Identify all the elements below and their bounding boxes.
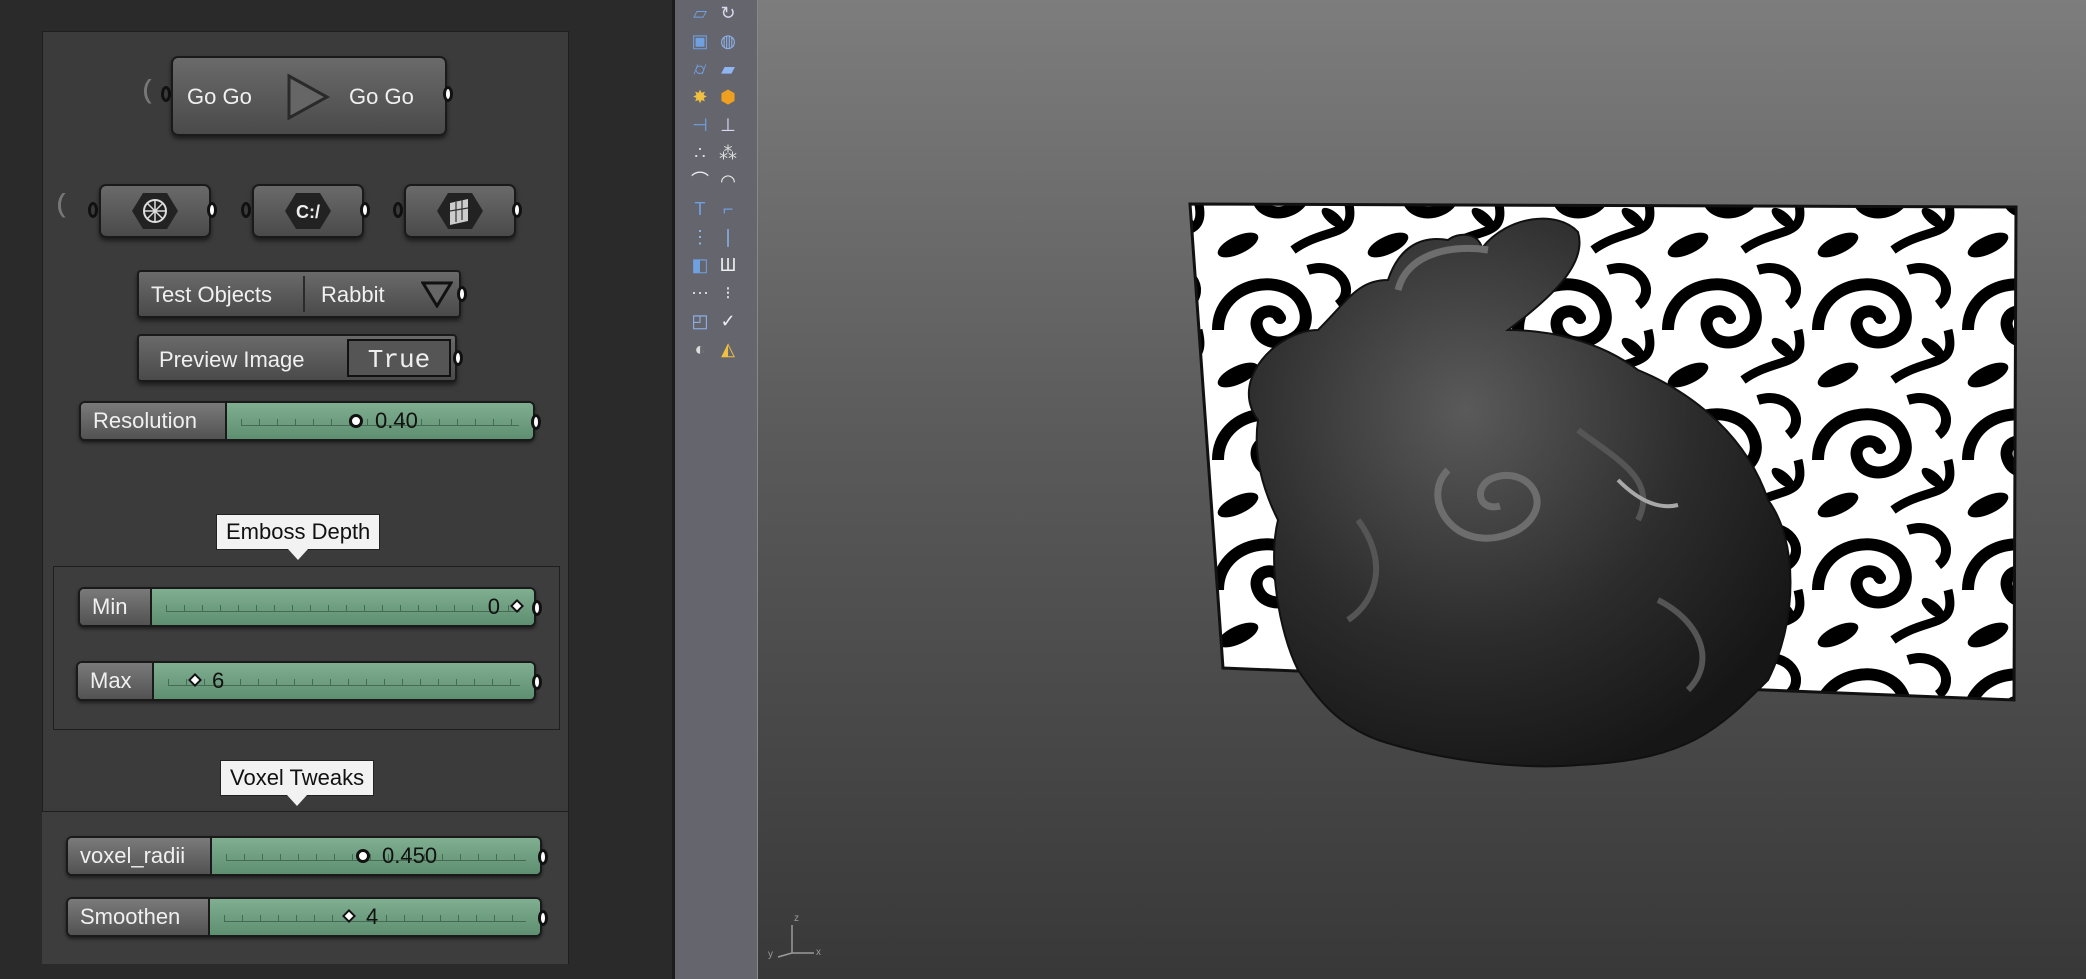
component-group: ((( Go Go Go Go ((( C:/	[42, 31, 569, 964]
voxel-radii-value: 0.450	[382, 843, 438, 868]
smoothen-slider[interactable]: Smoothen 4	[66, 897, 542, 937]
transform-icon[interactable]: ▱	[689, 2, 711, 24]
mesh-patch-icon	[437, 193, 483, 229]
axis-z-label: z	[794, 913, 799, 924]
network-icon[interactable]: ⁂	[717, 142, 739, 164]
go-button-left-label: Go Go	[187, 84, 252, 109]
max-label: Max	[78, 663, 154, 699]
check-icon[interactable]: ✓	[717, 310, 739, 332]
output-grip[interactable]	[207, 202, 217, 218]
output-grip[interactable]	[532, 600, 542, 616]
input-grip[interactable]	[161, 86, 171, 102]
output-grip[interactable]	[531, 414, 541, 430]
emboss-depth-group: Min 0 Max 6	[53, 566, 560, 730]
rotate-icon[interactable]: ↻	[717, 2, 739, 24]
scene-render	[1188, 202, 2018, 768]
mesh-icon[interactable]: ◰	[689, 310, 711, 332]
voxel-radii-knob[interactable]	[356, 849, 370, 863]
output-grip[interactable]	[538, 849, 548, 865]
svg-text:C:/: C:/	[296, 202, 320, 222]
output-grip[interactable]	[512, 202, 522, 218]
analyze-icon[interactable]: ◐	[689, 338, 711, 360]
voxel-tweaks-group-title: Voxel Tweaks	[220, 760, 375, 806]
input-grip[interactable]	[88, 202, 98, 218]
toggle-value: True	[367, 345, 431, 375]
smoothen-label: Smoothen	[68, 899, 210, 935]
axis-x-label: x	[816, 947, 821, 958]
array-icon[interactable]: ⋮	[689, 226, 711, 248]
max-track[interactable]: 6	[154, 663, 534, 699]
min-slider[interactable]: Min 0	[78, 587, 536, 627]
output-grip[interactable]	[457, 286, 467, 302]
preview-image-label: Preview Image	[159, 347, 305, 372]
sphere-icon[interactable]: ◍	[717, 30, 739, 52]
curve-icon[interactable]: ⌒	[689, 170, 711, 192]
preview-image-toggle[interactable]: Preview Image True	[137, 334, 457, 382]
resolution-slider[interactable]: Resolution 0.40	[79, 401, 535, 441]
output-grip[interactable]	[538, 910, 548, 926]
rhino-toolbar: ▱ ↻ ▣ ◍ ⌭ ▰ ✸ ⬢ ⊣ ⊥ ∴ ⁂ ⌒ ◠ T ⌐ ⋮ ∣ ◧ Ш ⋯ ⁝ ◰ ✓ ◐ ◭	[672, 0, 758, 979]
boolean-icon[interactable]: ⬢	[717, 86, 739, 108]
cylinder-icon[interactable]: ⌭	[689, 58, 711, 80]
output-grip[interactable]	[360, 202, 370, 218]
output-grip[interactable]	[443, 86, 453, 102]
perspective-viewport[interactable]: z x y	[758, 0, 2086, 979]
voxel-tweaks-group: voxel_radii 0.450 Smoothen 4	[42, 811, 569, 964]
test-objects-value-list[interactable]: Test Objects Rabbit	[137, 270, 461, 318]
render-icon[interactable]: ◭	[717, 338, 739, 360]
resolution-label: Resolution	[81, 403, 227, 439]
voxel-radii-track[interactable]: 0.450	[212, 838, 540, 874]
text-icon[interactable]: T	[689, 198, 711, 220]
min-track[interactable]: 0	[152, 589, 534, 625]
split-icon[interactable]: ⊣	[689, 114, 711, 136]
test-objects-selected-value[interactable]: Rabbit	[321, 282, 385, 308]
test-objects-label: Test Objects	[151, 282, 273, 307]
min-value: 0	[487, 594, 500, 619]
axis-indicator: z x y	[768, 913, 821, 959]
surface-icon[interactable]: ▰	[717, 58, 739, 80]
code-component-button[interactable]: C:/	[252, 184, 364, 238]
properties-icon[interactable]: ⁝	[717, 282, 739, 304]
explode-icon[interactable]: ✸	[689, 86, 711, 108]
smoothen-value: 4	[366, 904, 379, 929]
emboss-depth-group-title: Emboss Depth	[216, 514, 381, 560]
code-path-icon: C:/	[285, 193, 331, 229]
output-grip[interactable]	[453, 350, 463, 366]
measure-icon[interactable]: ∣	[717, 226, 739, 248]
dimension-icon[interactable]: ⌐	[717, 198, 739, 220]
trim-icon[interactable]: ⊥	[717, 114, 739, 136]
resolution-track[interactable]: 0.40	[227, 403, 533, 439]
max-slider[interactable]: Max 6	[76, 661, 536, 701]
voxel-radii-slider[interactable]: voxel_radii 0.450	[66, 836, 542, 876]
resolution-knob[interactable]	[349, 414, 363, 428]
max-value: 6	[212, 668, 225, 693]
mesh-wheel-icon	[132, 193, 178, 229]
block-icon[interactable]: ◧	[689, 254, 711, 276]
points-icon[interactable]: ∴	[689, 142, 711, 164]
smoothen-track[interactable]: 4	[210, 899, 540, 935]
play-icon	[287, 73, 331, 121]
axis-y-label: y	[768, 949, 773, 959]
layer-icon[interactable]: Ш	[717, 254, 739, 276]
resolution-value: 0.40	[375, 408, 418, 433]
arc-icon[interactable]: ◠	[717, 170, 739, 192]
grid-icon[interactable]: ⋯	[689, 282, 711, 304]
go-button-right-label: Go Go	[349, 84, 414, 109]
toggle-value-box[interactable]: True	[347, 339, 451, 377]
output-grip[interactable]	[532, 674, 542, 690]
voxel-radii-label: voxel_radii	[68, 838, 212, 874]
grasshopper-canvas[interactable]: ((( Go Go Go Go ((( C:/	[0, 0, 672, 979]
go-go-button[interactable]: Go Go Go Go	[171, 56, 447, 136]
patch-component-button[interactable]	[404, 184, 516, 238]
mesh-component-button[interactable]	[99, 184, 211, 238]
input-grip[interactable]	[393, 202, 403, 218]
box-icon[interactable]: ▣	[689, 30, 711, 52]
dropdown-arrow-icon[interactable]	[421, 280, 453, 308]
input-grip[interactable]	[241, 202, 251, 218]
min-label: Min	[80, 589, 152, 625]
